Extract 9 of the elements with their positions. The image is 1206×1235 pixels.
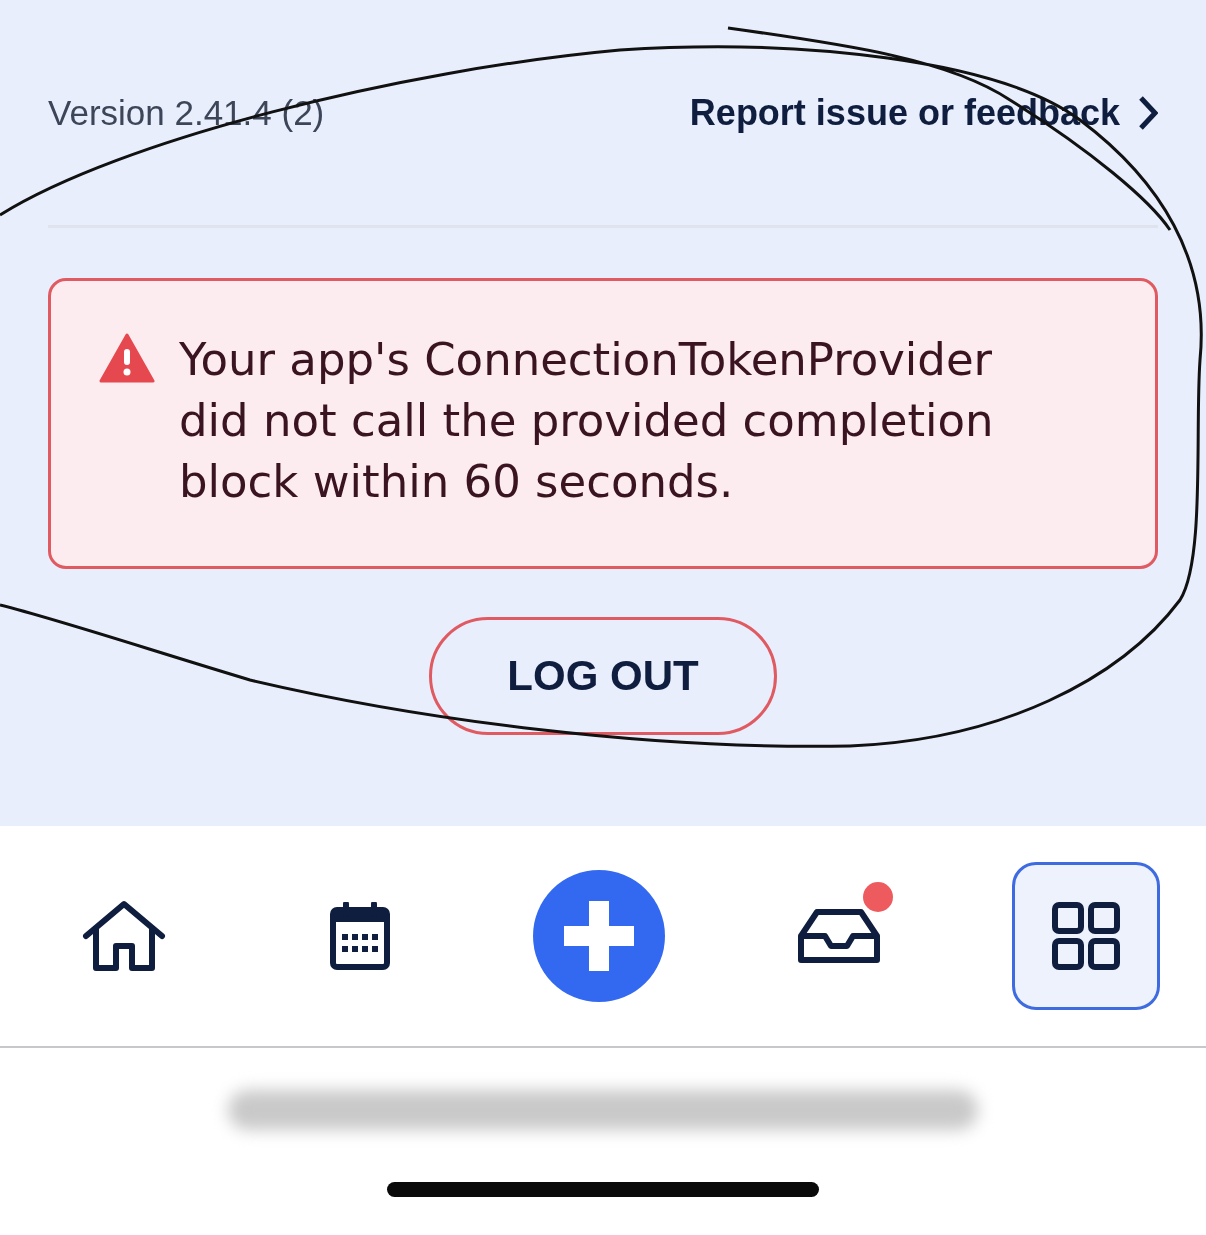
grid-tab[interactable] xyxy=(1012,862,1160,1010)
home-icon xyxy=(82,900,166,972)
warning-icon xyxy=(99,333,155,383)
error-message: Your app's ConnectionTokenProvider did not call the provided completion block within 60 seconds. xyxy=(179,332,995,510)
chevron-right-icon xyxy=(1138,94,1158,131)
log-out-button[interactable]: LOG OUT xyxy=(429,617,777,735)
grid-icon xyxy=(1052,902,1120,970)
calendar-icon xyxy=(329,902,390,970)
inbox-icon xyxy=(796,908,881,964)
